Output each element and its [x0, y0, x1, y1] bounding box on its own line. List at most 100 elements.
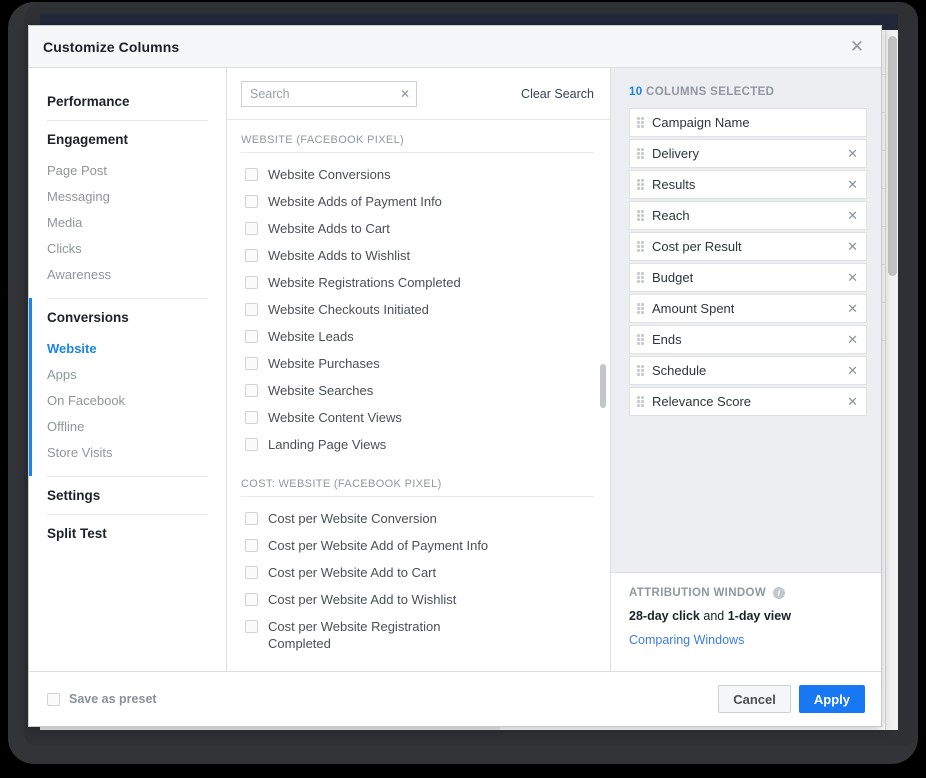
checkbox-icon[interactable]	[245, 593, 258, 606]
checkbox-icon[interactable]	[245, 539, 258, 552]
sidebar-item-apps[interactable]: Apps	[29, 362, 226, 388]
drag-handle-icon[interactable]	[637, 210, 645, 221]
attribution-title-row: ATTRIBUTION WINDOW i	[629, 587, 863, 599]
sidebar-item-media[interactable]: Media	[29, 210, 226, 236]
sidebar-item-split-test[interactable]: Split Test	[29, 514, 226, 552]
options-scrollbar-thumb[interactable]	[600, 364, 606, 408]
option-row[interactable]: Website Searches	[241, 377, 594, 404]
sidebar-item-conversions[interactable]: Conversions	[29, 298, 226, 336]
option-row[interactable]: Website Purchases	[241, 350, 594, 377]
option-row[interactable]: Website Checkouts Initiated	[241, 296, 594, 323]
remove-column-icon[interactable]: ✕	[839, 395, 858, 408]
drag-handle-icon[interactable]	[637, 272, 645, 283]
cancel-button[interactable]: Cancel	[718, 685, 791, 713]
page-scrollbar-thumb[interactable]	[888, 36, 897, 276]
option-row[interactable]: Website Adds to Wishlist	[241, 242, 594, 269]
option-row[interactable]: Cost per Website Add to Cart	[241, 559, 594, 586]
checkbox-icon[interactable]	[245, 512, 258, 525]
checkbox-icon[interactable]	[245, 566, 258, 579]
sidebar-item-performance[interactable]: Performance	[29, 82, 226, 120]
sidebar-item-awareness[interactable]: Awareness	[29, 262, 226, 288]
search-box[interactable]: ✕	[241, 80, 417, 107]
search-input[interactable]	[242, 81, 416, 106]
clear-search-button[interactable]: Clear Search	[521, 87, 594, 101]
option-label: Cost per Website Add of Payment Info	[268, 538, 489, 553]
checkbox-icon[interactable]	[245, 195, 258, 208]
remove-column-icon[interactable]: ✕	[839, 333, 858, 346]
selected-column-item[interactable]: Campaign Name	[629, 108, 867, 137]
selected-column-item[interactable]: Relevance Score ✕	[629, 387, 867, 416]
remove-column-icon[interactable]: ✕	[839, 209, 858, 222]
drag-handle-icon[interactable]	[637, 334, 645, 345]
remove-column-icon[interactable]: ✕	[839, 302, 858, 315]
remove-column-icon[interactable]: ✕	[839, 271, 858, 284]
selected-column-item[interactable]: Delivery ✕	[629, 139, 867, 168]
selected-column-item[interactable]: Budget ✕	[629, 263, 867, 292]
checkbox-icon[interactable]	[245, 411, 258, 424]
selected-column-item[interactable]: Schedule ✕	[629, 356, 867, 385]
selected-column-item[interactable]: Results ✕	[629, 170, 867, 199]
checkbox-icon[interactable]	[245, 357, 258, 370]
checkbox-icon[interactable]	[245, 438, 258, 451]
checkbox-icon[interactable]	[245, 330, 258, 343]
checkbox-icon[interactable]	[245, 222, 258, 235]
selected-column-item[interactable]: Ends ✕	[629, 325, 867, 354]
sidebar-item-page-post[interactable]: Page Post	[29, 158, 226, 184]
checkbox-icon[interactable]	[245, 168, 258, 181]
option-row[interactable]: Website Adds to Cart	[241, 215, 594, 242]
comparing-windows-link[interactable]: Comparing Windows	[629, 633, 863, 647]
drag-handle-icon[interactable]	[637, 365, 645, 376]
option-row[interactable]: Website Registrations Completed	[241, 269, 594, 296]
drag-handle-icon[interactable]	[637, 179, 645, 190]
option-row[interactable]: Website Adds of Payment Info	[241, 188, 594, 215]
save-as-preset-row[interactable]: Save as preset	[47, 692, 157, 706]
dialog-header: Customize Columns ✕	[29, 26, 881, 68]
checkbox-icon[interactable]	[245, 620, 258, 633]
drag-handle-icon[interactable]	[637, 303, 645, 314]
option-row[interactable]: Cost per Website Add to Wishlist	[241, 586, 594, 613]
sidebar-item-engagement[interactable]: Engagement	[29, 120, 226, 158]
drag-handle-icon[interactable]	[637, 241, 645, 252]
option-row[interactable]: Cost per Website Conversion	[241, 505, 594, 532]
option-label: Landing Page Views	[268, 437, 387, 452]
checkbox-icon[interactable]	[245, 384, 258, 397]
selected-column-item[interactable]: Cost per Result ✕	[629, 232, 867, 261]
option-row[interactable]: Website Leads	[241, 323, 594, 350]
sidebar-item-clicks[interactable]: Clicks	[29, 236, 226, 262]
info-icon[interactable]: i	[773, 587, 786, 599]
close-icon[interactable]: ✕	[845, 35, 869, 59]
remove-column-icon[interactable]: ✕	[839, 364, 858, 377]
drag-handle-icon[interactable]	[637, 148, 645, 159]
drag-handle-icon[interactable]	[637, 396, 645, 407]
sidebar-item-offline[interactable]: Offline	[29, 414, 226, 440]
drag-handle-icon[interactable]	[637, 117, 645, 128]
save-preset-checkbox-icon[interactable]	[47, 692, 60, 706]
option-row[interactable]: Landing Page Views	[241, 431, 594, 458]
selected-column-item[interactable]: Amount Spent ✕	[629, 294, 867, 323]
remove-column-icon[interactable]: ✕	[839, 147, 858, 160]
sidebar-item-website[interactable]: Website	[29, 336, 226, 362]
apply-button[interactable]: Apply	[798, 685, 865, 713]
page-scrollbar[interactable]	[885, 30, 898, 730]
option-label: Website Conversions	[268, 167, 391, 182]
sidebar-item-settings[interactable]: Settings	[29, 476, 226, 514]
sidebar-item-on-facebook[interactable]: On Facebook	[29, 388, 226, 414]
category-sidebar: Performance Engagement Page Post Messagi…	[29, 68, 227, 671]
checkbox-icon[interactable]	[245, 276, 258, 289]
option-row[interactable]: Website Conversions	[241, 161, 594, 188]
option-label: Website Adds to Wishlist	[268, 248, 411, 263]
remove-column-icon[interactable]: ✕	[839, 240, 858, 253]
checkbox-icon[interactable]	[245, 303, 258, 316]
remove-column-icon[interactable]: ✕	[839, 178, 858, 191]
search-clear-icon[interactable]: ✕	[400, 88, 410, 100]
attribution-value: 28-day click and 1-day view	[629, 609, 863, 623]
option-row[interactable]: Website Content Views	[241, 404, 594, 431]
selected-column-item[interactable]: Reach ✕	[629, 201, 867, 230]
sidebar-item-store-visits[interactable]: Store Visits	[29, 440, 226, 466]
option-row[interactable]: Cost per Website Registration Completed	[241, 613, 456, 657]
option-row[interactable]: Cost per Website Add of Payment Info	[241, 532, 594, 559]
sidebar-item-messaging[interactable]: Messaging	[29, 184, 226, 210]
checkbox-icon[interactable]	[245, 249, 258, 262]
column-options-list: WEBSITE (FACEBOOK PIXEL) Website Convers…	[227, 120, 610, 671]
options-scrollbar[interactable]	[600, 124, 606, 663]
